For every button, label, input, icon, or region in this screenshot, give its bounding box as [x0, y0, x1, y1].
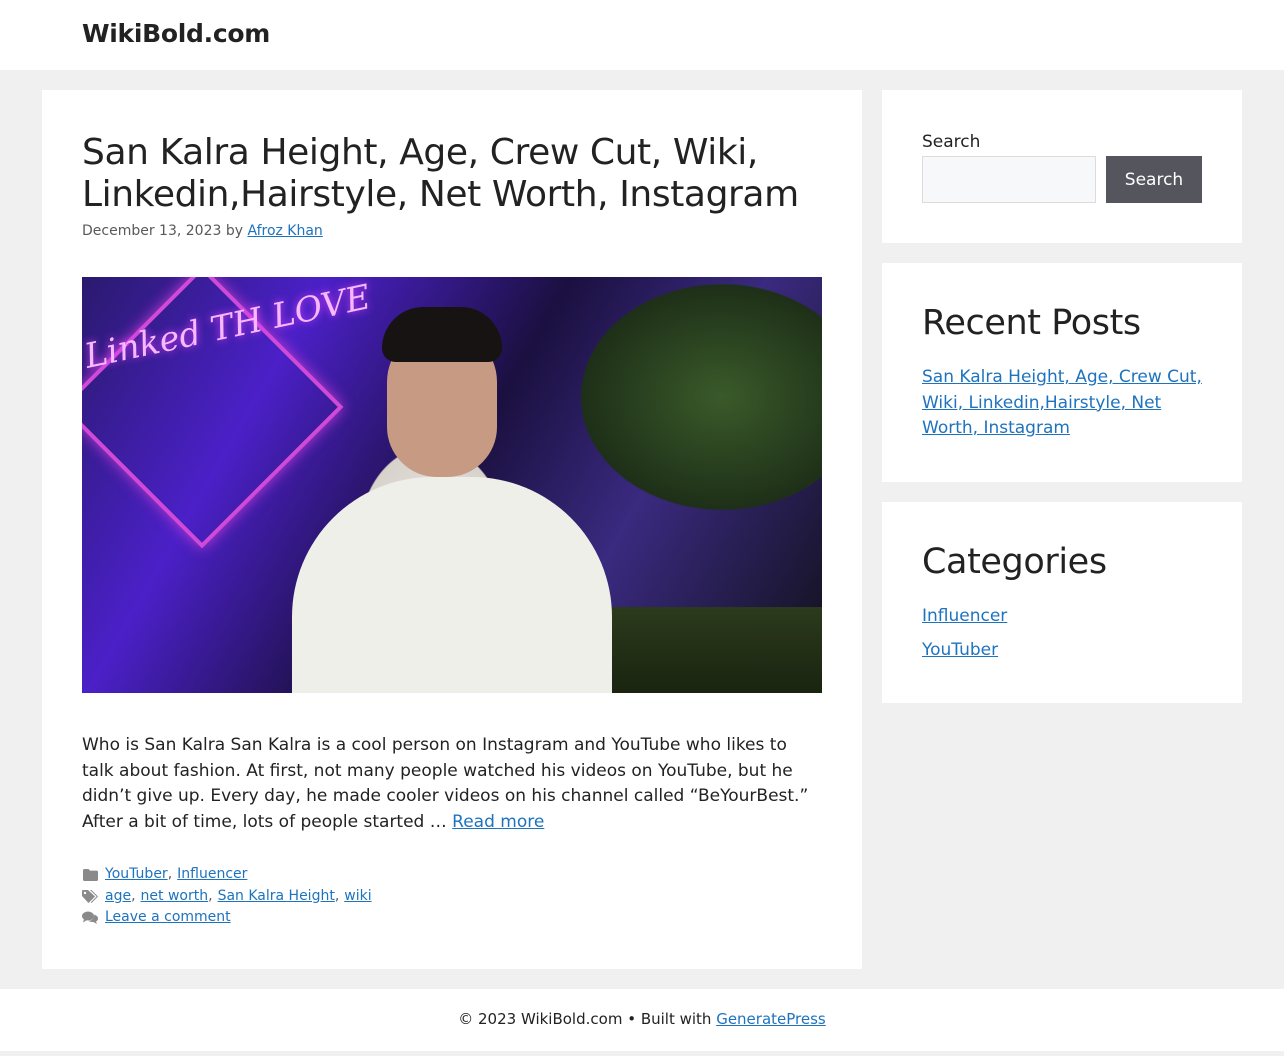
- tag-link-age[interactable]: age: [105, 886, 131, 908]
- entry-meta: December 13, 2023 by Afroz Khan: [82, 223, 323, 239]
- categories-widget: Categories Influencer YouTuber: [882, 502, 1242, 703]
- article-card: San Kalra Height, Age, Crew Cut, Wiki, L…: [42, 90, 862, 969]
- list-item: YouTuber: [922, 638, 1202, 664]
- tag-link-san-kalra-height[interactable]: San Kalra Height: [218, 886, 335, 908]
- tags-line: age, net worth, San Kalra Height, wiki: [82, 886, 822, 908]
- search-widget: Search Search: [882, 90, 1242, 243]
- folder-icon: [82, 868, 98, 882]
- site-title-link[interactable]: WikiBold.com: [82, 19, 270, 48]
- copyright: © 2023 WikiBold.com • Built with Generat…: [0, 1010, 1284, 1028]
- category-link-influencer[interactable]: Influencer: [177, 864, 247, 886]
- tag-link-net-worth[interactable]: net worth: [141, 886, 209, 908]
- recent-posts-title: Recent Posts: [922, 303, 1141, 343]
- person-hair: [382, 307, 502, 362]
- by-label: by: [225, 223, 244, 239]
- category-item-influencer[interactable]: Influencer: [922, 606, 1007, 626]
- recent-post-link[interactable]: San Kalra Height, Age, Crew Cut, Wiki, L…: [922, 367, 1202, 438]
- site-header: WikiBold.com: [0, 0, 1284, 70]
- generatepress-link[interactable]: GeneratePress: [716, 1010, 826, 1028]
- tag-link-wiki[interactable]: wiki: [344, 886, 371, 908]
- featured-image[interactable]: Linked TH LOVE: [82, 277, 822, 693]
- recent-posts-widget: Recent Posts San Kalra Height, Age, Crew…: [882, 263, 1242, 482]
- category-item-youtuber[interactable]: YouTuber: [922, 640, 998, 660]
- search-label: Search: [922, 132, 981, 152]
- grass-area: [602, 607, 822, 693]
- categories-line: YouTuber, Influencer: [82, 864, 822, 886]
- comments-icon: [82, 911, 98, 925]
- post-date: December 13, 2023: [82, 223, 222, 239]
- author-link[interactable]: Afroz Khan: [247, 223, 322, 239]
- read-more-link[interactable]: Read more: [452, 812, 544, 832]
- article-title: San Kalra Height, Age, Crew Cut, Wiki, L…: [82, 132, 799, 215]
- entry-footer: YouTuber, Influencer age, net worth, San Ka…: [82, 864, 822, 929]
- tags-icon: [82, 889, 98, 903]
- list-item: San Kalra Height, Age, Crew Cut, Wiki, L…: [922, 365, 1202, 442]
- leave-comment-link[interactable]: Leave a comment: [105, 907, 231, 929]
- site-footer: © 2023 WikiBold.com • Built with Generat…: [0, 989, 1284, 1051]
- comments-line: Leave a comment: [82, 907, 822, 929]
- entry-summary: Who is San Kalra San Kalra is a cool per…: [82, 733, 822, 835]
- search-button[interactable]: Search: [1106, 156, 1202, 203]
- category-link-youtuber[interactable]: YouTuber: [105, 864, 168, 886]
- copyright-text: © 2023 WikiBold.com • Built with: [458, 1010, 712, 1028]
- categories-list: Influencer YouTuber: [922, 604, 1202, 672]
- categories-title: Categories: [922, 542, 1107, 582]
- search-input[interactable]: [922, 156, 1096, 203]
- list-item: Influencer: [922, 604, 1202, 630]
- summary-text: Who is San Kalra San Kalra is a cool per…: [82, 735, 809, 832]
- recent-posts-list: San Kalra Height, Age, Crew Cut, Wiki, L…: [922, 365, 1202, 442]
- person-shirt: [292, 477, 612, 693]
